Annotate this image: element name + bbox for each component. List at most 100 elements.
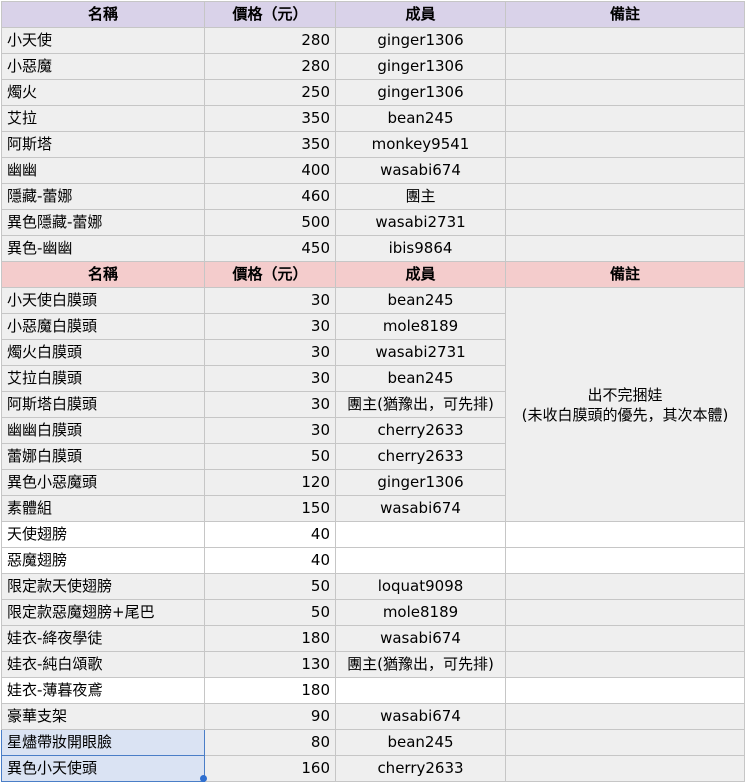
name-cell[interactable]: 燭火白膜頭 <box>1 339 205 366</box>
price-cell[interactable]: 50 <box>204 573 336 600</box>
member-cell[interactable]: wasabi674 <box>335 157 506 184</box>
price-cell[interactable]: 30 <box>204 365 336 392</box>
member-cell[interactable]: cherry2633 <box>335 417 506 444</box>
price-cell[interactable]: 30 <box>204 339 336 366</box>
member-cell[interactable]: cherry2633 <box>335 443 506 470</box>
price-cell[interactable]: 400 <box>204 157 336 184</box>
name-cell[interactable]: 惡魔翅膀 <box>1 547 205 574</box>
name-cell[interactable]: 小天使 <box>1 27 205 54</box>
price-cell[interactable]: 40 <box>204 547 336 574</box>
note-cell[interactable] <box>505 183 745 210</box>
name-cell[interactable]: 娃衣-薄暮夜鳶 <box>1 677 205 704</box>
header-note[interactable]: 備註 <box>505 261 745 288</box>
merged-note-cell[interactable]: 出不完捆娃 (未收白膜頭的優先，其次本體) <box>505 287 745 522</box>
note-cell[interactable] <box>505 235 745 262</box>
note-cell[interactable] <box>505 625 745 652</box>
name-cell[interactable]: 小惡魔 <box>1 53 205 80</box>
name-cell[interactable]: 星燼帶妝開眼臉 <box>1 729 205 756</box>
name-cell[interactable]: 阿斯塔白膜頭 <box>1 391 205 418</box>
price-cell[interactable]: 30 <box>204 287 336 314</box>
price-cell[interactable]: 130 <box>204 651 336 678</box>
name-cell[interactable]: 天使翅膀 <box>1 521 205 548</box>
member-cell[interactable]: loquat9098 <box>335 573 506 600</box>
member-cell[interactable]: bean245 <box>335 365 506 392</box>
member-cell[interactable]: bean245 <box>335 729 506 756</box>
note-cell[interactable] <box>505 651 745 678</box>
note-cell[interactable] <box>505 157 745 184</box>
member-cell[interactable]: mole8189 <box>335 599 506 626</box>
price-cell[interactable]: 180 <box>204 625 336 652</box>
name-cell[interactable]: 限定款天使翅膀 <box>1 573 205 600</box>
note-cell[interactable] <box>505 547 745 574</box>
price-cell[interactable]: 160 <box>204 755 336 782</box>
member-cell[interactable]: bean245 <box>335 287 506 314</box>
name-cell[interactable]: 幽幽白膜頭 <box>1 417 205 444</box>
price-cell[interactable]: 30 <box>204 313 336 340</box>
member-cell[interactable]: bean245 <box>335 105 506 132</box>
name-cell[interactable]: 隱藏-蕾娜 <box>1 183 205 210</box>
header-name[interactable]: 名稱 <box>1 261 205 288</box>
member-cell[interactable] <box>335 521 506 548</box>
name-cell[interactable]: 燭火 <box>1 79 205 106</box>
note-cell[interactable] <box>505 105 745 132</box>
note-cell[interactable] <box>505 79 745 106</box>
member-cell[interactable]: wasabi2731 <box>335 209 506 236</box>
price-cell[interactable]: 40 <box>204 521 336 548</box>
name-cell[interactable]: 豪華支架 <box>1 703 205 730</box>
member-cell[interactable] <box>335 547 506 574</box>
note-cell[interactable] <box>505 521 745 548</box>
price-cell[interactable]: 350 <box>204 105 336 132</box>
member-cell[interactable]: ibis9864 <box>335 235 506 262</box>
price-cell[interactable]: 350 <box>204 131 336 158</box>
name-cell[interactable]: 異色小天使頭 <box>1 755 205 782</box>
member-cell[interactable]: 團主(猶豫出，可先排) <box>335 651 506 678</box>
name-cell[interactable]: 娃衣-絳夜學徒 <box>1 625 205 652</box>
name-cell[interactable]: 蕾娜白膜頭 <box>1 443 205 470</box>
member-cell[interactable]: wasabi674 <box>335 495 506 522</box>
member-cell[interactable]: ginger1306 <box>335 27 506 54</box>
name-cell[interactable]: 小惡魔白膜頭 <box>1 313 205 340</box>
name-cell[interactable]: 限定款惡魔翅膀+尾巴 <box>1 599 205 626</box>
member-cell[interactable]: mole8189 <box>335 313 506 340</box>
note-cell[interactable] <box>505 209 745 236</box>
name-cell[interactable]: 異色小惡魔頭 <box>1 469 205 496</box>
price-cell[interactable]: 460 <box>204 183 336 210</box>
name-cell[interactable]: 幽幽 <box>1 157 205 184</box>
price-cell[interactable]: 280 <box>204 27 336 54</box>
note-cell[interactable] <box>505 677 745 704</box>
note-cell[interactable] <box>505 27 745 54</box>
note-cell[interactable] <box>505 729 745 756</box>
name-cell[interactable]: 阿斯塔 <box>1 131 205 158</box>
price-cell[interactable]: 280 <box>204 53 336 80</box>
price-cell[interactable]: 120 <box>204 469 336 496</box>
member-cell[interactable]: cherry2633 <box>335 755 506 782</box>
name-cell[interactable]: 異色隱藏-蕾娜 <box>1 209 205 236</box>
note-cell[interactable] <box>505 703 745 730</box>
member-cell[interactable]: wasabi674 <box>335 703 506 730</box>
price-cell[interactable]: 50 <box>204 443 336 470</box>
price-cell[interactable]: 80 <box>204 729 336 756</box>
price-cell[interactable]: 90 <box>204 703 336 730</box>
note-cell[interactable] <box>505 53 745 80</box>
header-price[interactable]: 價格（元） <box>204 261 336 288</box>
header-member[interactable]: 成員 <box>335 1 506 28</box>
member-cell[interactable]: ginger1306 <box>335 53 506 80</box>
member-cell[interactable]: wasabi2731 <box>335 339 506 366</box>
note-cell[interactable] <box>505 573 745 600</box>
price-cell[interactable]: 30 <box>204 391 336 418</box>
note-cell[interactable] <box>505 599 745 626</box>
price-cell[interactable]: 250 <box>204 79 336 106</box>
note-cell[interactable] <box>505 131 745 158</box>
member-cell[interactable]: 團主(猶豫出，可先排) <box>335 391 506 418</box>
header-member[interactable]: 成員 <box>335 261 506 288</box>
member-cell[interactable]: ginger1306 <box>335 469 506 496</box>
name-cell[interactable]: 艾拉 <box>1 105 205 132</box>
name-cell[interactable]: 艾拉白膜頭 <box>1 365 205 392</box>
price-cell[interactable]: 30 <box>204 417 336 444</box>
header-note[interactable]: 備註 <box>505 1 745 28</box>
price-cell[interactable]: 50 <box>204 599 336 626</box>
name-cell[interactable]: 小天使白膜頭 <box>1 287 205 314</box>
name-cell[interactable]: 素體組 <box>1 495 205 522</box>
member-cell[interactable] <box>335 677 506 704</box>
member-cell[interactable]: monkey9541 <box>335 131 506 158</box>
